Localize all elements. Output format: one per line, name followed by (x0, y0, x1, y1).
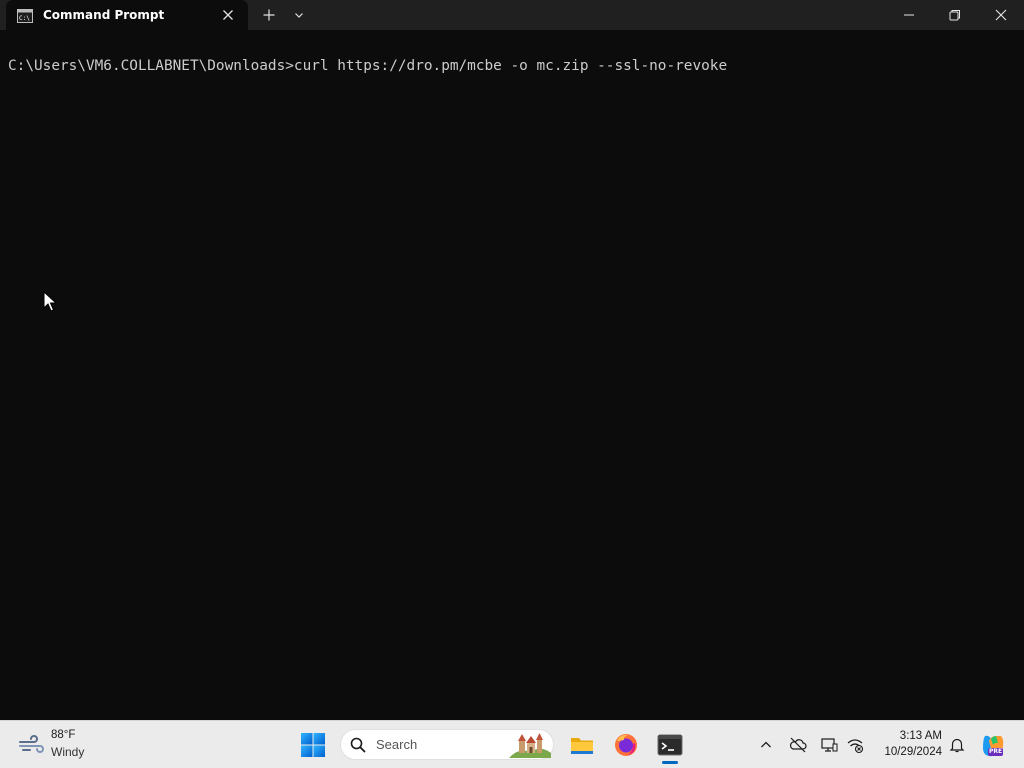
clock-time[interactable]: 3:13 AM (878, 730, 942, 742)
notification-bell-icon[interactable] (948, 736, 966, 754)
firefox-icon (615, 734, 637, 756)
search-placeholder: Search (376, 737, 418, 752)
close-tab-icon[interactable] (220, 7, 236, 23)
search-icon (350, 737, 366, 753)
minimize-button[interactable] (886, 0, 932, 30)
mouse-cursor-icon (43, 290, 58, 313)
start-button[interactable] (300, 733, 326, 757)
console-line: C:\Users\VM6.COLLABNET\Downloads>curl ht… (8, 58, 728, 74)
title-bar: C:\ Command Prompt (0, 0, 1024, 30)
svg-text:C:\: C:\ (19, 15, 30, 22)
copilot-icon[interactable]: PRE (980, 733, 1006, 759)
minimize-icon (904, 14, 914, 16)
tab-command-prompt[interactable]: C:\ Command Prompt (6, 0, 248, 30)
restore-icon (949, 10, 960, 21)
active-app-indicator (662, 761, 678, 764)
taskbar-firefox[interactable] (610, 729, 642, 761)
network-icon[interactable] (846, 736, 864, 754)
chevron-up-icon[interactable] (757, 736, 775, 754)
chevron-down-icon[interactable] (290, 6, 308, 24)
taskbar: 88°F Windy Search 3:13 AM 10/29/2024 PRE (0, 720, 1024, 768)
console-output[interactable]: C:\Users\VM6.COLLABNET\Downloads>curl ht… (0, 30, 1024, 720)
onedrive-icon[interactable] (789, 736, 807, 754)
taskbar-file-explorer[interactable] (566, 729, 598, 761)
terminal-icon (657, 734, 683, 756)
tab-title: Command Prompt (43, 8, 165, 22)
folder-icon (571, 738, 593, 754)
search-highlight-castle-icon (509, 731, 551, 758)
taskbar-search[interactable]: Search (340, 729, 554, 760)
windows-logo-icon (301, 733, 325, 757)
cmd-icon: C:\ (17, 8, 33, 23)
windy-weather-icon[interactable] (18, 735, 44, 755)
display-icon[interactable] (820, 736, 838, 754)
copilot-badge: PRE (988, 748, 1004, 756)
weather-condition[interactable]: Windy (51, 745, 84, 759)
maximize-button[interactable] (932, 0, 978, 30)
taskbar-terminal[interactable] (654, 729, 686, 761)
close-icon (995, 9, 1007, 21)
clock-date[interactable]: 10/29/2024 (872, 746, 942, 758)
new-tab-icon[interactable] (260, 6, 278, 24)
weather-temperature[interactable]: 88°F (51, 729, 75, 741)
close-window-button[interactable] (978, 0, 1024, 30)
